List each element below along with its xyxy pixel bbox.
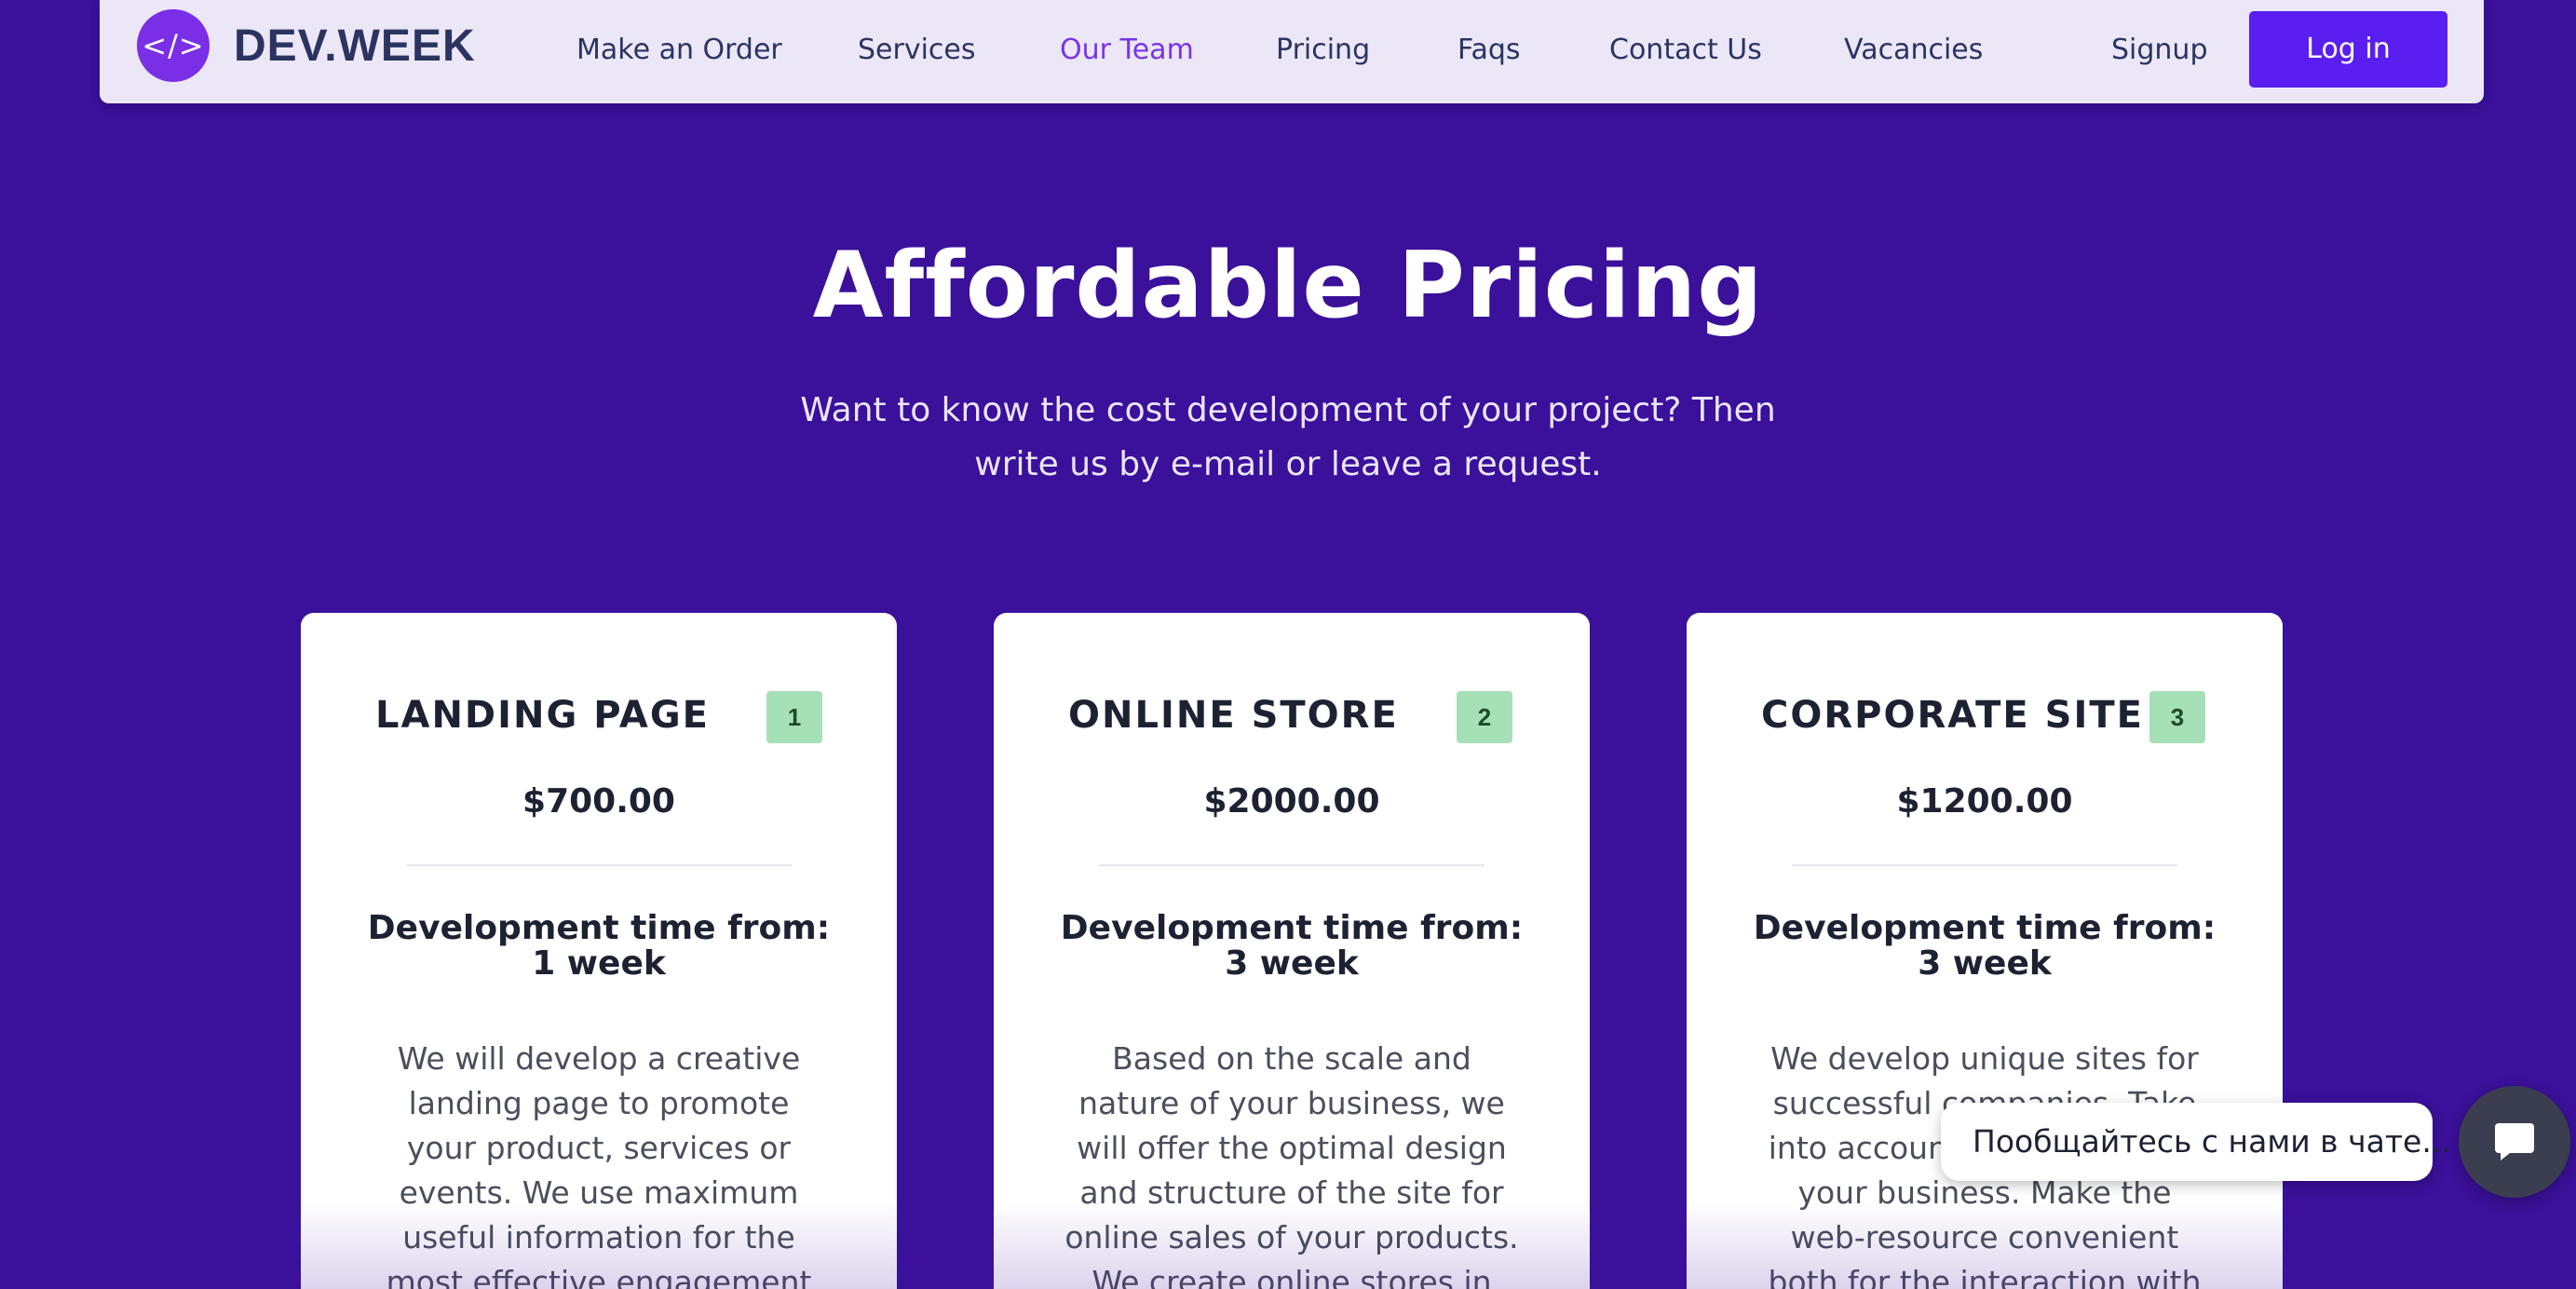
chat-launcher-button[interactable] [2459,1086,2570,1198]
nav-make-an-order[interactable]: Make an Order [576,28,782,73]
chat-icon [2491,1118,2538,1167]
nav-contact-us[interactable]: Contact Us [1609,28,1762,73]
nav-services[interactable]: Services [858,28,976,73]
plan-description: We will develop a creative landing page … [386,1040,812,1289]
plan-price: $2000.00 [1203,782,1380,821]
login-button[interactable]: Log in [2249,11,2447,88]
plan-number-badge: 2 [1457,691,1512,743]
pricing-card-online-store: ONLINE STORE 2 $2000.00 Development time… [994,613,1590,1289]
plan-title: LANDING PAGE [375,694,710,737]
page-subtitle: Want to know the cost development of you… [800,391,1776,483]
divider [1099,864,1485,866]
page-title: Affordable Pricing [812,233,1764,339]
plan-price: $700.00 [522,782,675,821]
divider [1792,864,2177,866]
devtime-value: 3 week [1918,944,2052,983]
devtime-label: Development time from: [367,909,831,947]
plan-devtime: Development time from: 3 week [1031,911,1552,982]
plan-title: CORPORATE SITE [1761,694,2144,737]
divider [406,864,792,866]
devtime-label: Development time from: [1753,909,2217,947]
plan-number-badge: 3 [2149,691,2205,743]
nav-faqs[interactable]: Faqs [1457,28,1521,73]
nav-vacancies[interactable]: Vacancies [1844,28,1983,73]
chat-prompt-bubble[interactable]: Пообщайтесь с нами в чате... [1941,1103,2451,1181]
pricing-card-corporate-site: CORPORATE SITE 3 $1200.00 Development ti… [1687,613,2283,1289]
logo-code-icon[interactable]: </> [137,9,210,82]
devtime-label: Development time from: [1060,909,1524,947]
page: </> DEV.WEEK Make an Order Services Our … [0,0,2576,1289]
devtime-value: 1 week [532,944,666,983]
signup-link[interactable]: Signup [2111,28,2208,73]
brand-name[interactable]: DEV.WEEK [234,20,476,73]
plan-number-badge: 1 [766,691,822,743]
plan-description: Based on the scale and nature of your bu… [1064,1040,1519,1289]
nav-pricing[interactable]: Pricing [1276,28,1370,73]
nav-our-team[interactable]: Our Team [1060,28,1194,73]
plan-devtime: Development time from: 1 week [338,911,860,982]
plan-price: $1200.00 [1896,782,2073,821]
plan-title: ONLINE STORE [1068,694,1399,737]
top-navbar: </> DEV.WEEK Make an Order Services Our … [100,0,2484,103]
plan-devtime: Development time from: 3 week [1724,911,2245,982]
pricing-card-landing-page: LANDING PAGE 1 $700.00 Development time … [301,613,897,1289]
devtime-value: 3 week [1225,944,1359,983]
